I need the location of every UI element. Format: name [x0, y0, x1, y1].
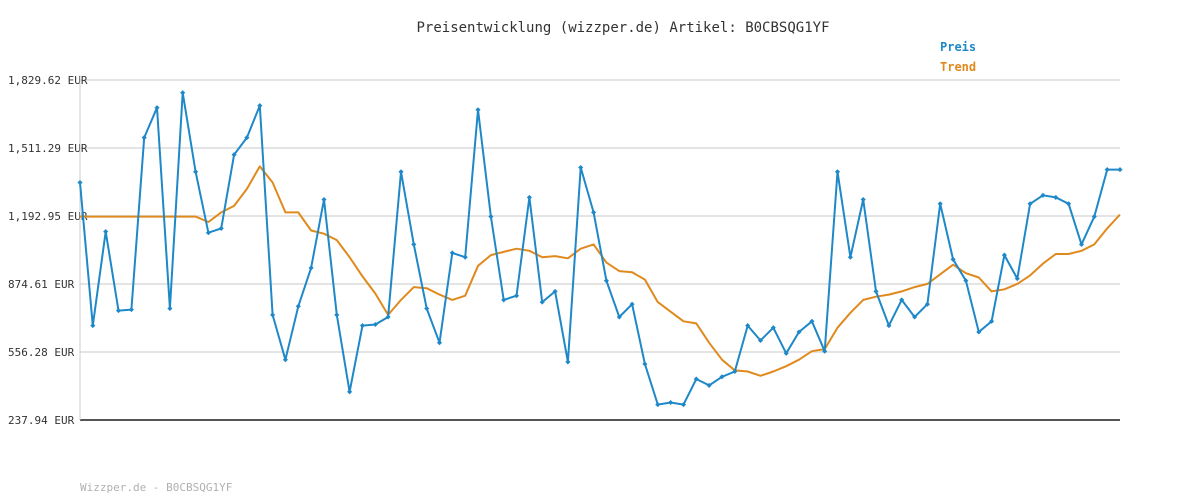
preis-point — [193, 169, 199, 175]
preis-point — [488, 214, 494, 220]
preis-point — [591, 209, 597, 215]
preis-point — [218, 225, 224, 231]
preis-point — [578, 164, 584, 171]
preis-point — [411, 241, 417, 247]
legend-trend: Trend — [940, 60, 976, 74]
y-tick-label: 1,829.62 EUR — [8, 74, 88, 87]
preis-point — [655, 402, 661, 408]
preis-line — [79, 91, 1120, 406]
preis-point — [436, 340, 443, 346]
preis-point — [501, 297, 507, 303]
preis-point — [270, 312, 276, 318]
grid-lines — [80, 79, 1120, 353]
preis-point — [103, 229, 109, 235]
y-tick-label: 874.61 EUR — [8, 278, 75, 291]
preis-point — [937, 201, 943, 207]
preis-point — [180, 90, 186, 96]
preis-point — [565, 359, 571, 365]
preis-point — [77, 179, 83, 186]
preis-point — [205, 230, 211, 236]
preis-point — [167, 305, 173, 312]
preis-point — [513, 293, 520, 299]
preis-point — [334, 312, 340, 318]
preis-point — [475, 107, 481, 113]
trend-line — [80, 165, 1121, 377]
preis-point — [603, 278, 609, 284]
preis-point — [115, 308, 122, 314]
preis-point — [347, 389, 353, 395]
preis-point — [449, 250, 455, 256]
preis-point — [847, 254, 853, 260]
preis-point — [1117, 167, 1123, 173]
footer-text: Wizzper.de - B0CBSQG1YF — [80, 481, 232, 494]
preis-point — [1104, 167, 1110, 173]
preis-point — [308, 265, 314, 271]
series-layer — [77, 90, 1123, 408]
y-axis-labels: 237.94 EUR 556.28 EUR 874.61 EUR 1,192.95 E… — [8, 74, 88, 427]
y-tick-label: 1,511.29 EUR — [8, 142, 88, 155]
preis-point — [295, 303, 301, 309]
preis-point — [668, 399, 674, 406]
y-tick-label: 556.28 EUR — [8, 346, 75, 359]
preis-point — [398, 169, 404, 175]
y-tick-label: 237.94 EUR — [8, 414, 75, 427]
legend-preis: Preis — [940, 40, 976, 54]
preis-point — [90, 323, 96, 329]
preis-point — [860, 196, 866, 203]
preis-point — [282, 357, 288, 363]
preis-point — [359, 323, 366, 329]
preis-point — [526, 194, 532, 200]
preis-point — [424, 305, 430, 312]
preis-point — [834, 169, 841, 175]
preis-point — [462, 254, 468, 260]
preis-point — [321, 196, 327, 203]
price-chart: Preisentwicklung (wizzper.de) Artikel: B… — [8, 20, 1123, 494]
preis-point — [642, 361, 648, 367]
chart-title: Preisentwicklung (wizzper.de) Artikel: B… — [416, 20, 829, 36]
y-tick-label: 1,192.95 EUR — [8, 210, 88, 223]
preis-point — [128, 307, 134, 313]
preis-point — [873, 288, 879, 294]
